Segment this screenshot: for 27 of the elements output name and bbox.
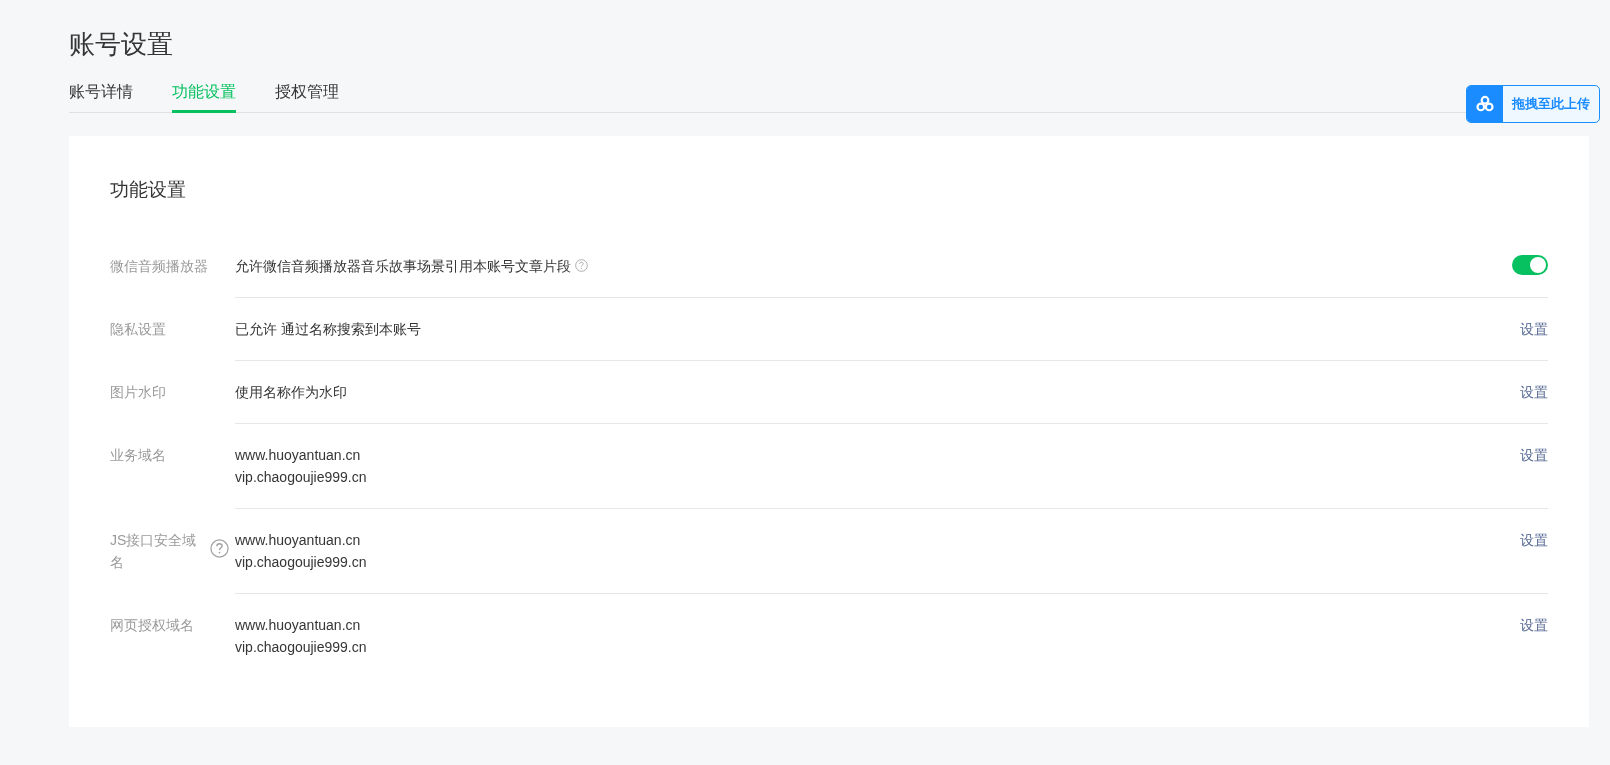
toggle-switch[interactable]	[1512, 254, 1548, 275]
row-value: vip.chaogoujie999.cn	[235, 552, 367, 572]
page-title: 账号设置	[69, 28, 173, 61]
row-value: vip.chaogoujie999.cn	[235, 637, 367, 657]
settings-link[interactable]: 设置	[1520, 613, 1548, 636]
row-value: 允许微信音频播放器音乐故事场景引用本账号文章片段	[235, 256, 571, 276]
row-value: www.huoyantuan.cn	[235, 615, 362, 635]
row-label: 网页授权域名	[110, 615, 194, 635]
row-label: 微信音频播放器	[110, 256, 208, 276]
settings-link[interactable]: 设置	[1520, 380, 1548, 403]
section-title: 功能设置	[110, 178, 186, 202]
tab[interactable]: 授权管理	[275, 80, 339, 113]
settings-link[interactable]: 设置	[1520, 443, 1548, 466]
row-value: 使用名称作为水印	[235, 382, 347, 402]
row-value: www.huoyantuan.cn	[235, 445, 362, 465]
tab[interactable]: 账号详情	[69, 80, 133, 113]
upload-button[interactable]: 拖拽至此上传	[1466, 85, 1600, 123]
row-label: 隐私设置	[110, 319, 166, 339]
settings-link[interactable]: 设置	[1520, 528, 1548, 551]
row-value: www.huoyantuan.cn	[235, 530, 362, 550]
settings-link[interactable]: 设置	[1520, 317, 1548, 340]
cloud-icon	[1467, 86, 1503, 122]
row-label: JS接口安全域名	[110, 530, 198, 572]
row-value: vip.chaogoujie999.cn	[235, 467, 367, 487]
row-label: 业务域名	[110, 445, 166, 465]
row-label: 图片水印	[110, 382, 166, 402]
row-value: 已允许 通过名称搜索到本账号	[235, 319, 421, 339]
